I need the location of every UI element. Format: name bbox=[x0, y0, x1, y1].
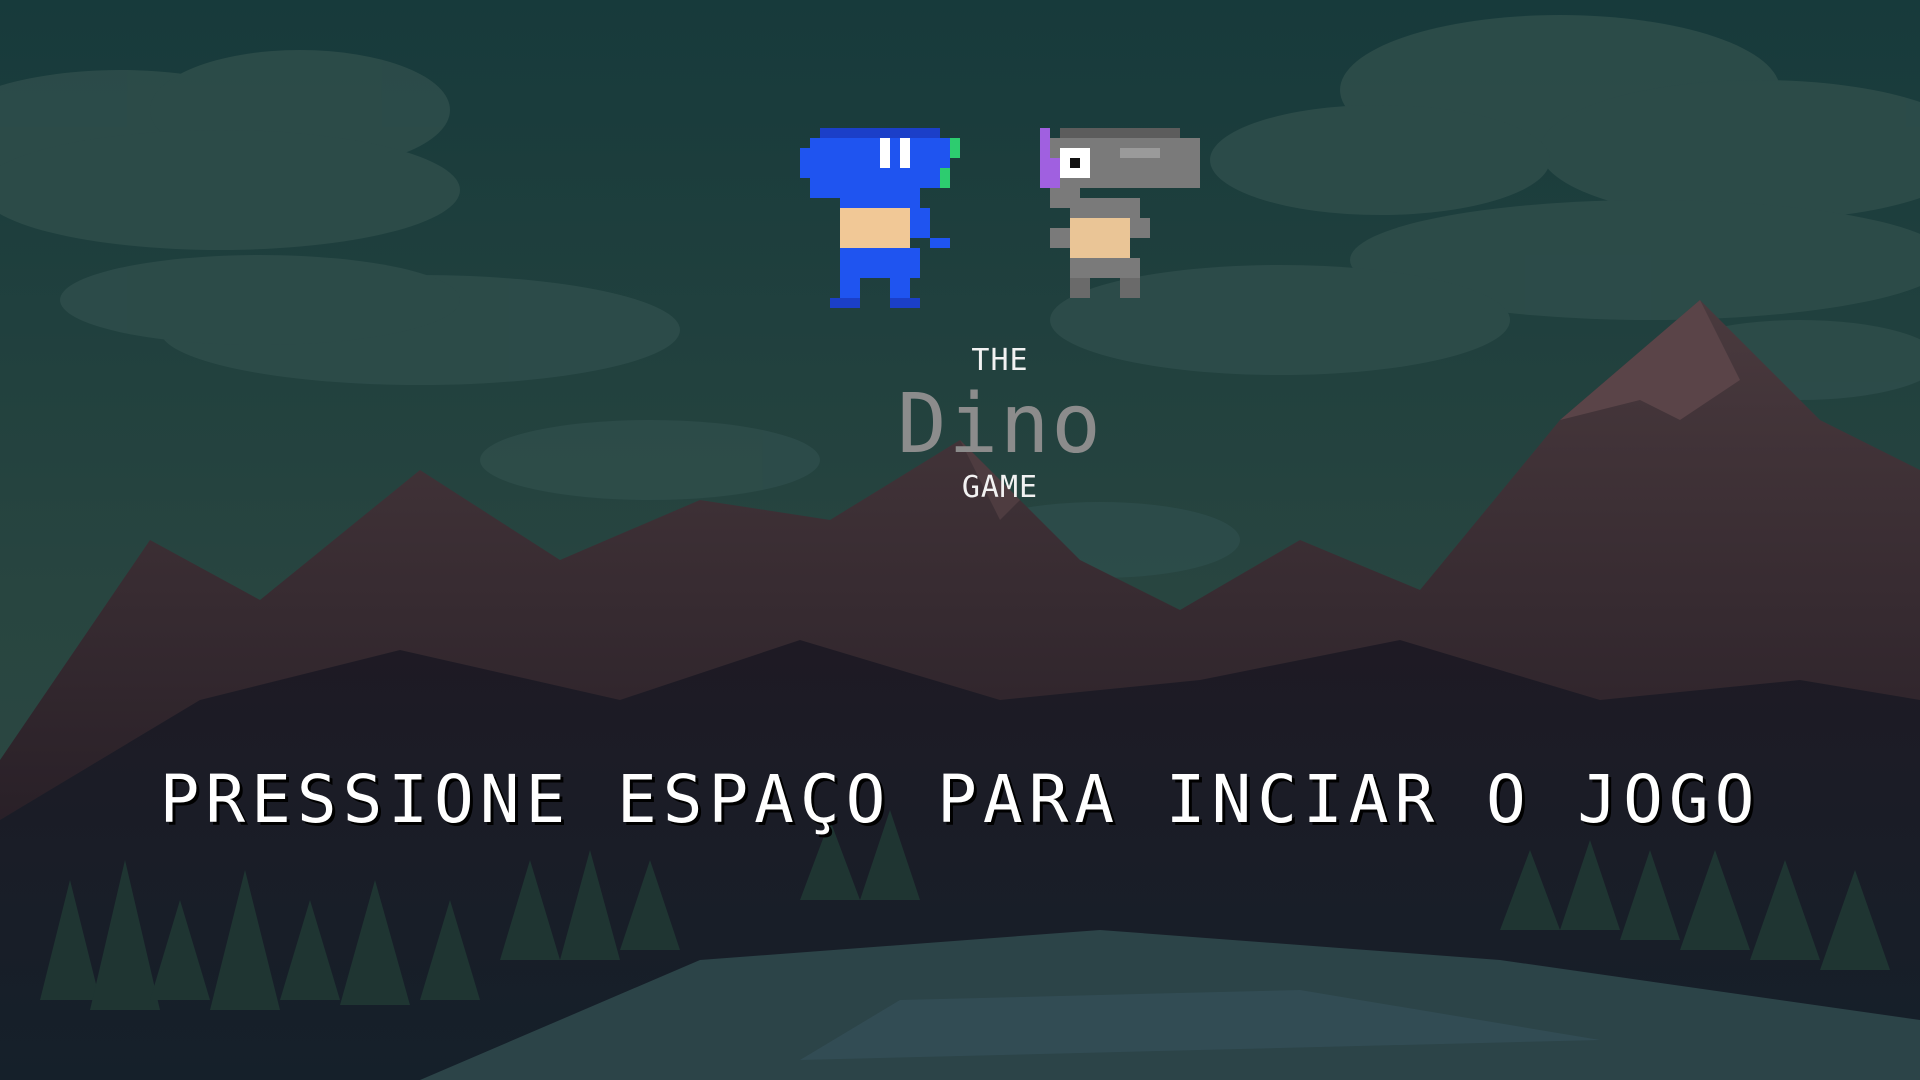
gray-dino-sprite bbox=[1040, 128, 1200, 298]
logo-the-text: THE bbox=[971, 343, 1029, 378]
game-logo: THE Dino GAME bbox=[860, 340, 1140, 508]
logo-game-text: GAME bbox=[961, 470, 1039, 505]
start-prompt: PRESSIONE ESPAÇO PARA INCIAR O JOGO bbox=[159, 761, 1761, 838]
logo-dino-text: Dino bbox=[897, 377, 1103, 472]
game-screen[interactable]: THE Dino GAME PRESSIONE ESPAÇO PARA INCI… bbox=[0, 0, 1920, 1080]
blue-dino-sprite bbox=[800, 128, 960, 308]
